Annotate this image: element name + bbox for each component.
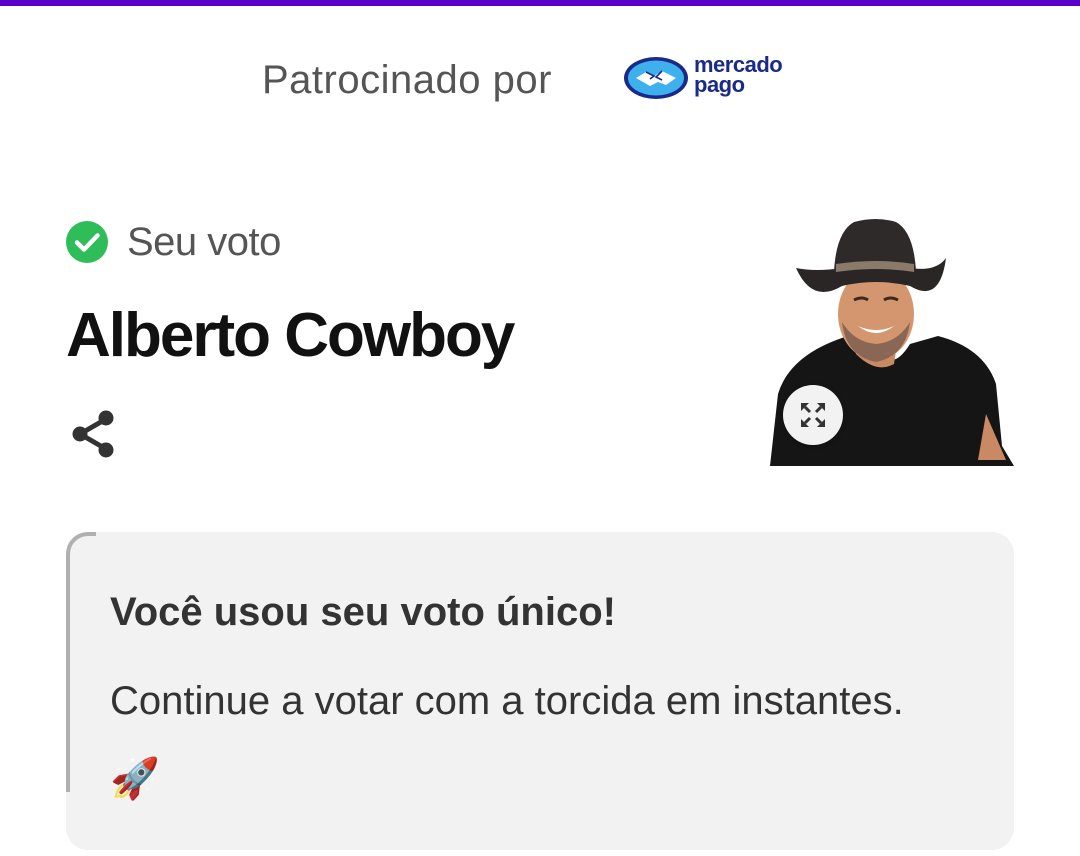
handshake-icon	[624, 57, 688, 99]
brand-line2: pago	[694, 72, 745, 97]
notice-title: Você usou seu voto único!	[110, 590, 616, 634]
notice-accent-line	[66, 532, 96, 792]
mercado-pago-wordmark: mercado pago	[694, 54, 783, 97]
candidate-name: Alberto Cowboy	[66, 301, 515, 370]
vote-status: Seu voto	[66, 220, 281, 264]
expand-icon	[801, 403, 825, 427]
check-circle-icon	[66, 221, 108, 263]
vote-notice-card: Você usou seu voto único! Continue a vot…	[66, 532, 1014, 850]
expand-photo-button[interactable]	[783, 385, 843, 445]
notice-body: Continue a votar com a torcida em instan…	[110, 679, 904, 801]
top-accent-bar	[0, 0, 1080, 6]
sponsor-label: Patrocinado por	[262, 57, 552, 102]
share-icon[interactable]	[68, 408, 120, 460]
sponsor-row: Patrocinado por	[262, 52, 552, 108]
vote-status-label: Seu voto	[127, 219, 281, 264]
